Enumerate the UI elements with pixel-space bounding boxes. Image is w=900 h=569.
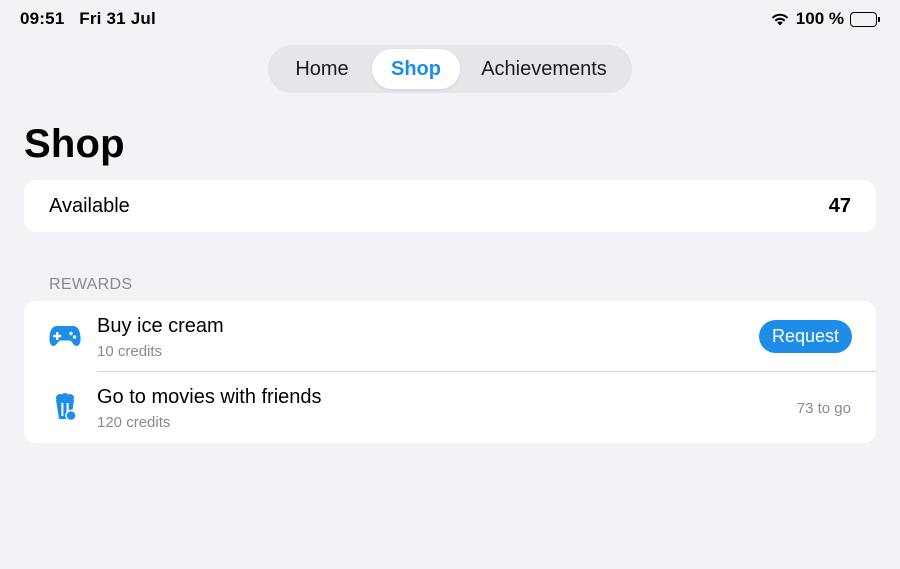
- reward-cost: 10 credits: [97, 343, 163, 360]
- rewards-list: Buy ice cream 10 credits Request Go to m…: [24, 301, 876, 443]
- status-date: Fri 31 Jul: [79, 9, 156, 28]
- available-label: Available: [49, 195, 130, 217]
- status-time: 09:51: [20, 9, 65, 28]
- list-item[interactable]: Go to movies with friends 120 credits 73…: [24, 372, 876, 443]
- status-bar: 09:51 Fri 31 Jul 100 %: [0, 0, 900, 40]
- rewards-section-header: REWARDS: [49, 276, 133, 293]
- reward-title: Go to movies with friends: [97, 386, 322, 408]
- list-item[interactable]: Buy ice cream 10 credits Request: [24, 301, 876, 372]
- tab-achievements[interactable]: Achievements: [460, 49, 628, 89]
- credits-to-go: 73 to go: [796, 400, 851, 417]
- battery-percent: 100 %: [795, 9, 844, 28]
- available-value: 47: [828, 195, 851, 217]
- reward-title: Buy ice cream: [97, 315, 224, 337]
- page-title: Shop: [24, 122, 125, 166]
- tab-shop[interactable]: Shop: [372, 49, 460, 89]
- status-indicators: 100 %: [770, 9, 880, 29]
- wifi-icon: [770, 12, 790, 27]
- gamecontroller-icon: [48, 321, 82, 351]
- tab-segmented-control: Home Shop Achievements: [268, 45, 632, 93]
- reward-cost: 120 credits: [97, 414, 171, 431]
- tab-home[interactable]: Home: [272, 49, 372, 89]
- popcorn-icon: [48, 392, 82, 422]
- available-credits-card: Available 47: [24, 180, 876, 232]
- status-time-date: 09:51 Fri 31 Jul: [20, 9, 156, 29]
- battery-icon: [850, 11, 880, 27]
- request-button[interactable]: Request: [759, 320, 852, 353]
